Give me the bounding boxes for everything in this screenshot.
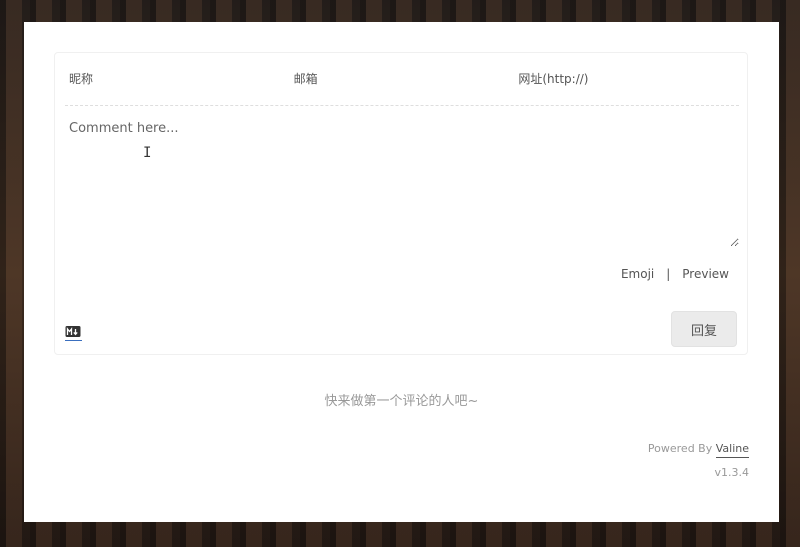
author-fields-row [65, 53, 740, 106]
comment-form: I Emoji | Preview 回复 [54, 52, 748, 355]
reply-button[interactable]: 回复 [671, 311, 737, 347]
comment-panel: I Emoji | Preview 回复 快来做第一个评论的人吧~ Powere… [24, 22, 779, 522]
emoji-button[interactable]: Emoji [621, 267, 654, 281]
preview-button[interactable]: Preview [682, 267, 729, 281]
valine-link[interactable]: Valine [715, 442, 749, 458]
email-input[interactable] [289, 53, 515, 105]
powered-by: Powered By Valine [647, 442, 749, 458]
markdown-icon-underline [65, 340, 82, 341]
comment-tools: Emoji | Preview [621, 267, 729, 281]
tools-separator: | [666, 267, 671, 281]
empty-comments-message: 快来做第一个评论的人吧~ [324, 394, 479, 409]
nickname-input[interactable] [65, 53, 290, 105]
version-label: v1.3.4 [714, 466, 750, 479]
markdown-icon[interactable] [65, 325, 81, 339]
comment-textarea[interactable] [65, 117, 739, 247]
text-cursor-icon: I [143, 145, 152, 161]
powered-by-label: Powered By [647, 442, 716, 455]
website-input[interactable] [514, 53, 740, 105]
